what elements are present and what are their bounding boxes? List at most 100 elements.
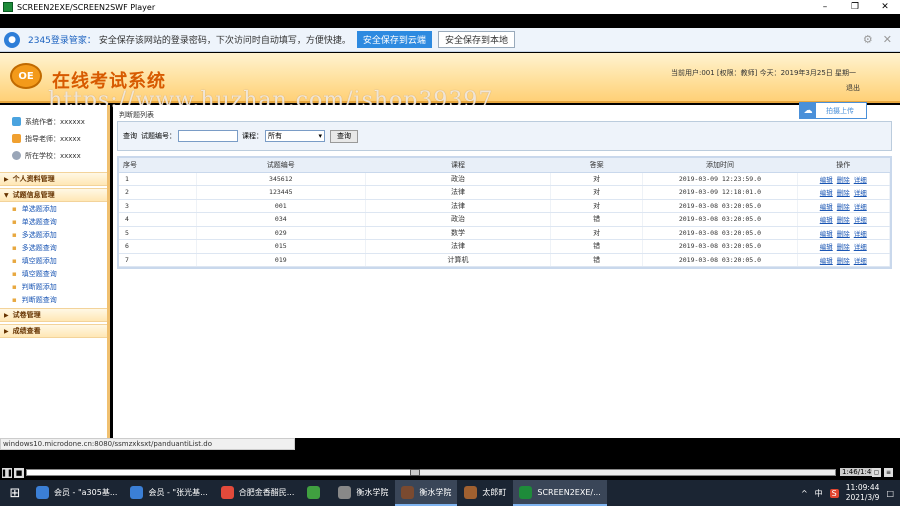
edit-link[interactable]: 编辑: [820, 189, 833, 197]
cell-index: 1: [119, 172, 197, 186]
pwbar-message: 安全保存该网站的登录密码，下次访问时自动填写，方便快捷。: [98, 36, 351, 46]
taskbar-app[interactable]: SCREEN2EXE/...: [513, 480, 607, 506]
taskbar: ⊞ 会员 - "a305基... 会员 - "张光基... 合肥金香醋民... 衡水学…: [0, 480, 900, 506]
edit-link[interactable]: 编辑: [820, 176, 833, 184]
menu-item-fill-add[interactable]: ▪ 填空题添加: [12, 254, 107, 267]
author-label: 系统作者：xxxxxx: [25, 117, 85, 126]
upload-button[interactable]: ☁ 拍摄上传: [799, 102, 867, 119]
caret-down-icon: ▼: [4, 191, 9, 199]
stop-button[interactable]: ■: [14, 467, 24, 478]
panel-title: 判断题列表: [119, 111, 154, 119]
app-icon: [464, 485, 478, 499]
taskbar-app[interactable]: 衡水学院: [332, 480, 394, 506]
question-id-input[interactable]: [178, 130, 238, 142]
menu-item-judge-query[interactable]: ▪ 判断题查询: [12, 293, 107, 306]
settings-button[interactable]: ≡: [884, 468, 893, 477]
cell-answer: 对: [550, 172, 644, 186]
edit-link[interactable]: 编辑: [820, 257, 833, 265]
delete-link[interactable]: 删除: [837, 216, 850, 224]
delete-link[interactable]: 删除: [837, 257, 850, 265]
taskbar-app[interactable]: 太郎町: [458, 480, 512, 506]
edit-link[interactable]: 编辑: [820, 216, 833, 224]
detail-link[interactable]: 详细: [854, 257, 867, 265]
delete-link[interactable]: 删除: [837, 176, 850, 184]
notification-icon[interactable]: □: [886, 489, 894, 498]
menu-item-single-query[interactable]: ▪ 单选题查询: [12, 215, 107, 228]
cell-question-id: 019: [196, 253, 367, 267]
cell-actions: 编辑 删除 详细: [797, 253, 890, 267]
seek-progress: [27, 470, 415, 475]
teacher-info: 指导老师：xxxxx: [0, 130, 107, 147]
menu-scores[interactable]: ▶ 成绩查看: [0, 324, 107, 338]
chevron-down-icon: ▾: [318, 132, 322, 140]
delete-link[interactable]: 删除: [837, 243, 850, 251]
detail-link[interactable]: 详细: [854, 189, 867, 197]
cell-course: 计算机: [365, 253, 551, 267]
detail-link[interactable]: 详细: [854, 216, 867, 224]
pause-button[interactable]: ❚❚: [1, 467, 13, 478]
cell-question-id: 123445: [196, 185, 367, 200]
detail-link[interactable]: 详细: [854, 176, 867, 184]
cell-added-time: 2019-03-08 03:20:05.0: [642, 253, 798, 267]
menu-item-single-add[interactable]: ▪ 单选题添加: [12, 202, 107, 215]
maximize-button[interactable]: ❐: [840, 2, 870, 12]
taskbar-app[interactable]: 会员 - "a305基...: [30, 480, 123, 506]
menu-questions[interactable]: ▼ 试题信息管理: [0, 188, 107, 202]
menu-item-judge-add[interactable]: ▪ 判断题添加: [12, 280, 107, 293]
tray-sogou-icon[interactable]: S: [829, 488, 839, 498]
windows-start-icon[interactable]: ⊞: [0, 480, 30, 506]
menu-profile[interactable]: ▶ 个人资料管理: [0, 172, 107, 186]
tray-expand-icon[interactable]: ^: [801, 489, 808, 498]
cell-course: 数学: [365, 226, 551, 240]
delete-link[interactable]: 删除: [837, 230, 850, 238]
cell-answer: 错: [550, 239, 644, 254]
author-info: 系统作者：xxxxxx: [0, 113, 107, 130]
app-icon: [519, 485, 533, 499]
minimize-button[interactable]: –: [810, 2, 840, 12]
save-local-button[interactable]: 安全保存到本地: [437, 31, 515, 48]
lock-icon: ●: [4, 31, 20, 48]
menu-papers[interactable]: ▶ 试卷管理: [0, 308, 107, 322]
sidebar: 系统作者：xxxxxx 指导老师：xxxxx 所在学校：xxxxx ▶ 个人资料管…: [0, 105, 110, 438]
menu-item-fill-query[interactable]: ▪ 填空题查询: [12, 267, 107, 280]
gear-icon[interactable]: ⚙: [863, 33, 873, 46]
delete-link[interactable]: 删除: [837, 203, 850, 211]
teacher-icon: [12, 134, 21, 143]
logo: OE: [10, 63, 42, 89]
cell-question-id: 345612: [196, 172, 367, 186]
tray-ime-icon[interactable]: 中: [815, 488, 823, 499]
player-controls: ❚❚ ■ 1:46/1:49 ▢ ≡: [0, 466, 900, 479]
taskbar-app[interactable]: 会员 - "张光基...: [124, 480, 213, 506]
password-manager-bar: ● 2345登录管家： 安全保存该网站的登录密码，下次访问时自动填写，方便快捷。…: [0, 28, 900, 52]
taskbar-app-label: 衡水学院: [356, 487, 389, 497]
search-button[interactable]: 查询: [330, 129, 358, 143]
edit-link[interactable]: 编辑: [820, 203, 833, 211]
close-button[interactable]: ✕: [870, 2, 900, 12]
clock[interactable]: 11:09:44 2021/3/9: [846, 483, 880, 503]
taskbar-app-label: 合肥金香醋民...: [238, 487, 295, 497]
delete-link[interactable]: 删除: [837, 189, 850, 197]
app-icon: [3, 2, 13, 12]
taskbar-app[interactable]: 衡水学院: [395, 480, 458, 506]
seek-bar[interactable]: [26, 469, 836, 476]
close-icon[interactable]: ✕: [883, 33, 892, 46]
menu-item-multi-query[interactable]: ▪ 多选题查询: [12, 241, 107, 254]
detail-link[interactable]: 详细: [854, 243, 867, 251]
fullscreen-button[interactable]: ▢: [872, 468, 881, 477]
cell-index: 6: [119, 239, 197, 254]
seek-thumb[interactable]: [409, 469, 420, 476]
window-titlebar: SCREEN2EXE/SCREEN2SWF Player – ❐ ✕: [0, 0, 900, 14]
detail-link[interactable]: 详细: [854, 230, 867, 238]
edit-link[interactable]: 编辑: [820, 243, 833, 251]
logout-link[interactable]: 退出: [846, 83, 860, 93]
cell-question-id: 029: [196, 226, 367, 240]
taskbar-app[interactable]: [301, 480, 331, 506]
course-select[interactable]: 所有 ▾: [265, 130, 325, 142]
menu-item-multi-add[interactable]: ▪ 多选题添加: [12, 228, 107, 241]
col-course: 课程: [365, 158, 551, 173]
edit-link[interactable]: 编辑: [820, 230, 833, 238]
taskbar-app[interactable]: 合肥金香醋民...: [215, 480, 301, 506]
col-index: 序号: [119, 158, 197, 173]
save-cloud-button[interactable]: 安全保存到云端: [356, 31, 432, 48]
detail-link[interactable]: 详细: [854, 203, 867, 211]
